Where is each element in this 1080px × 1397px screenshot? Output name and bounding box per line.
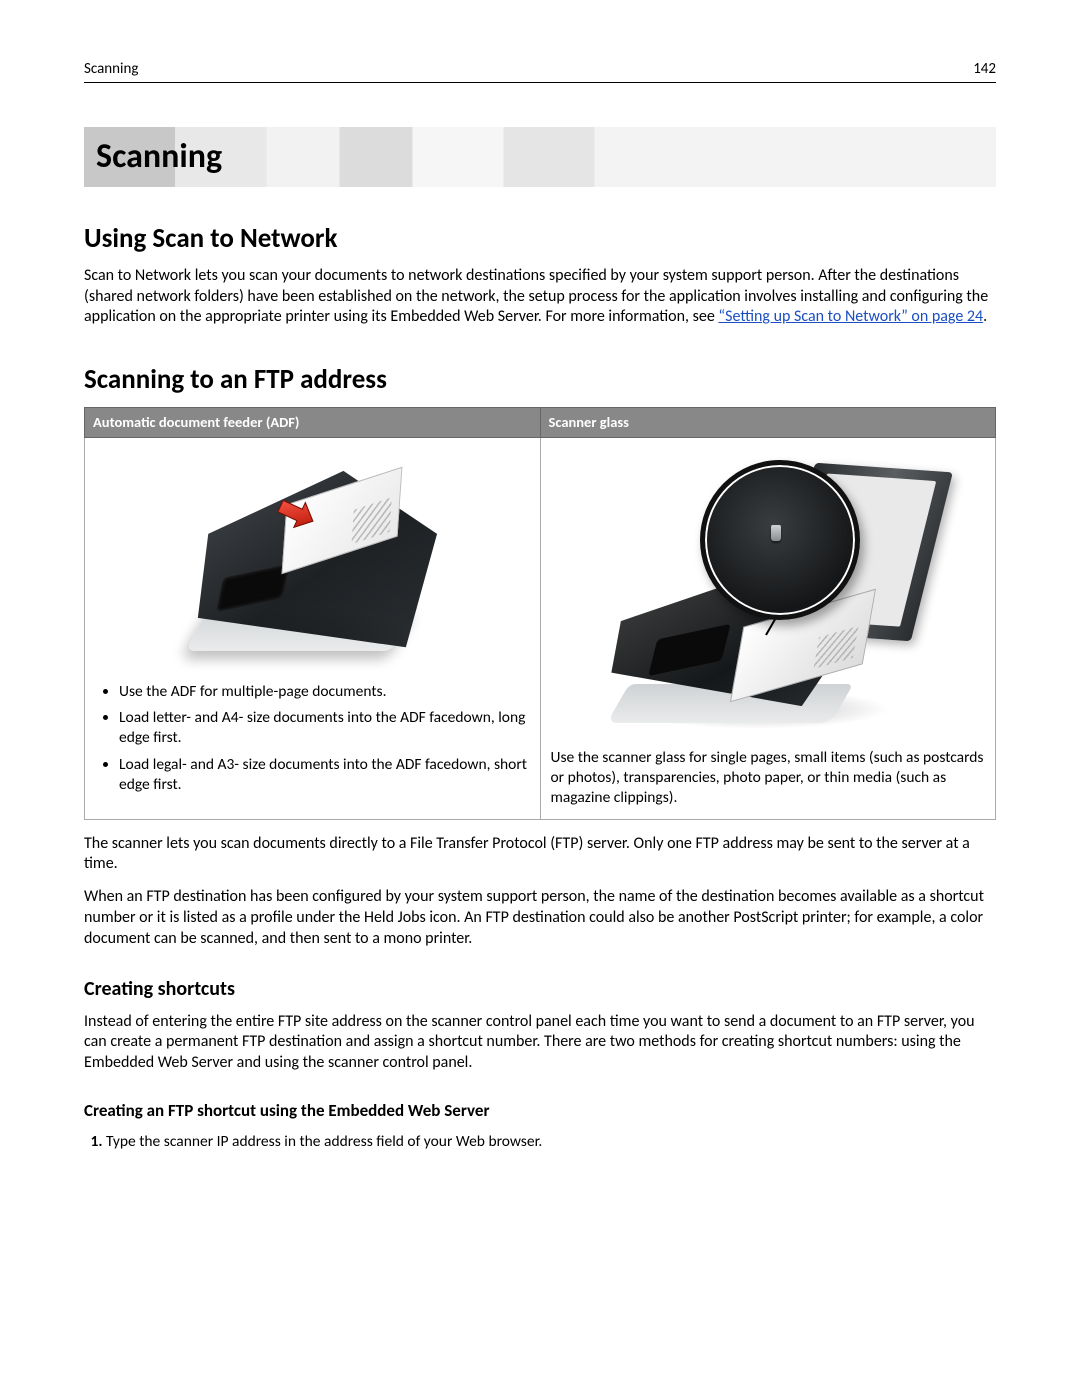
- list-item: Load legal- and A3- size documents into …: [119, 755, 530, 795]
- section-scan-to-network: Using Scan to Network Scan to Network le…: [84, 221, 996, 328]
- td-adf: Use the ADF for multiple-page documents.…: [85, 438, 541, 819]
- list-item: Load letter- and A4- size documents into…: [119, 708, 530, 748]
- ftp-para-1: The scanner lets you scan documents dire…: [84, 834, 996, 876]
- page-header: Scanning 142: [84, 60, 996, 83]
- chapter-title: Scanning: [96, 135, 984, 179]
- header-page-number: 142: [973, 60, 996, 80]
- th-adf: Automatic document feeder (ADF): [85, 408, 541, 438]
- load-arrow-icon: [273, 496, 315, 538]
- td-glass: Use the scanner glass for single pages, …: [540, 438, 996, 819]
- glass-text: Use the scanner glass for single pages, …: [551, 748, 986, 808]
- th-glass: Scanner glass: [540, 408, 996, 438]
- link-setup-scan-to-network[interactable]: “Setting up Scan to Network” on page 24: [718, 307, 983, 326]
- scanner-table: Automatic document feeder (ADF) Scanner …: [84, 407, 996, 819]
- adf-illustration: [95, 446, 530, 678]
- creating-shortcuts-body: Instead of entering the entire FTP site …: [84, 1012, 996, 1074]
- chapter-title-bar: Scanning: [84, 127, 996, 187]
- ftp-para-2: When an FTP destination has been configu…: [84, 887, 996, 949]
- scan-to-network-body: Scan to Network lets you scan your docum…: [84, 266, 996, 328]
- heading-ftp: Scanning to an FTP address: [84, 362, 996, 397]
- adf-bullets: Use the ADF for multiple-page documents.…: [95, 682, 530, 795]
- step-item: Type the scanner IP address in the addre…: [106, 1132, 996, 1152]
- header-section: Scanning: [84, 60, 138, 80]
- callout-magnifier-icon: [700, 460, 860, 620]
- heading-ews-shortcut: Creating an FTP shortcut using the Embed…: [84, 1100, 996, 1122]
- section-ftp: Scanning to an FTP address Automatic doc…: [84, 362, 996, 1152]
- ews-steps: Type the scanner IP address in the addre…: [84, 1132, 996, 1152]
- heading-creating-shortcuts: Creating shortcuts: [84, 976, 996, 1002]
- list-item: Use the ADF for multiple-page documents.: [119, 682, 530, 702]
- scanner-glass-illustration: [551, 446, 986, 748]
- body-text-tail: .: [983, 307, 987, 326]
- heading-scan-to-network: Using Scan to Network: [84, 221, 996, 256]
